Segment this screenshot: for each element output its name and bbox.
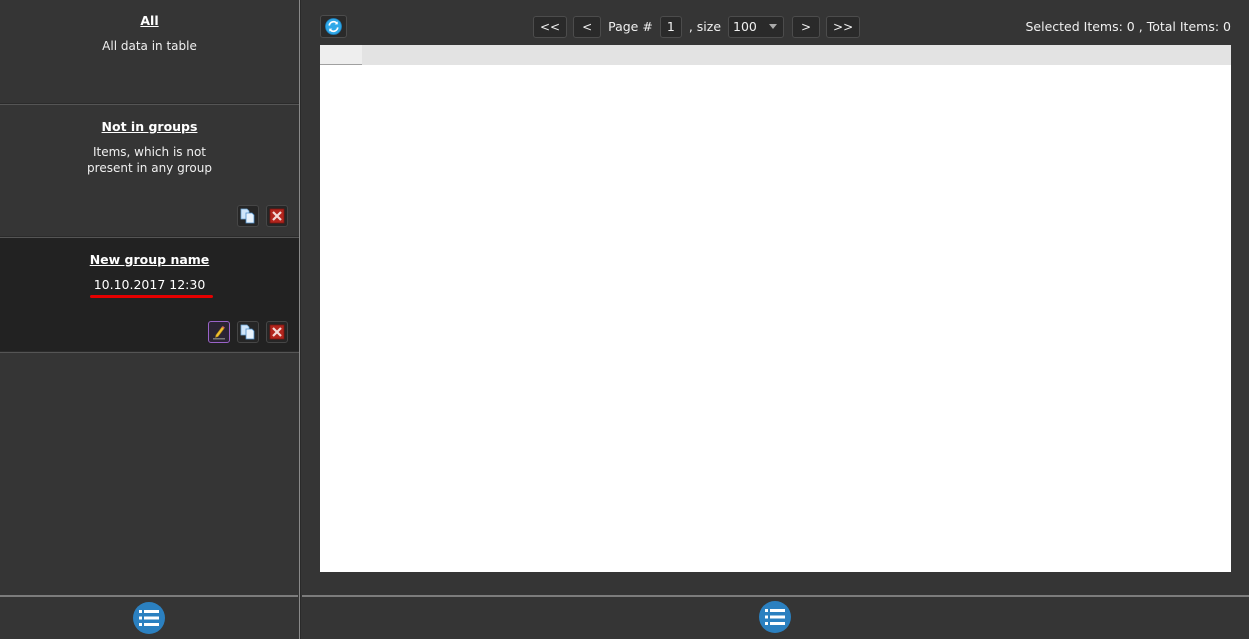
copy-icon (240, 324, 255, 340)
first-page-button[interactable]: << (533, 15, 568, 38)
delete-group-button[interactable] (266, 321, 288, 343)
list-icon (139, 610, 159, 626)
page-size-select[interactable]: 100 (728, 15, 785, 38)
copy-icon (240, 208, 255, 224)
group-date: 10.10.2017 12:30 (89, 277, 213, 298)
group-description-line: Items, which is not (92, 145, 207, 159)
app-root: All All data in table Not in groups Item… (0, 0, 1249, 639)
group-new-group-name[interactable]: New group name 10.10.2017 12:30 (0, 238, 299, 351)
prev-page-button[interactable]: < (573, 15, 602, 38)
edit-group-button[interactable] (208, 321, 230, 343)
sidebar-list-button[interactable] (133, 602, 165, 634)
group-all[interactable]: All All data in table (0, 0, 299, 103)
delete-group-button[interactable] (266, 205, 288, 227)
group-not-in-groups[interactable]: Not in groups Items, which is not presen… (0, 105, 299, 236)
group-title[interactable]: All (140, 13, 158, 28)
last-page-button[interactable]: >> (826, 15, 861, 38)
panel-splitter[interactable] (299, 0, 301, 639)
sidebar-footer-divider (0, 595, 298, 597)
group-title[interactable]: New group name (90, 252, 210, 267)
group-title[interactable]: Not in groups (102, 119, 198, 134)
group-description: Items, which is not present in any group (0, 144, 299, 176)
refresh-button[interactable] (320, 15, 347, 38)
pagination: << < Page # , size 100 > >> (533, 15, 861, 38)
chevron-down-icon (769, 24, 778, 29)
group-actions (237, 205, 288, 227)
refresh-icon (325, 18, 342, 35)
size-label: , size (688, 19, 722, 34)
page-number-input[interactable] (659, 15, 682, 38)
total-items-label: Total Items: (1146, 19, 1220, 34)
main-list-button[interactable] (759, 601, 791, 633)
edit-icon (213, 326, 225, 340)
list-icon (765, 609, 785, 625)
page-label: Page # (608, 19, 653, 34)
selected-items-count: 0 (1126, 19, 1135, 34)
divider (0, 351, 299, 353)
status-separator: , (1138, 19, 1143, 34)
page-size-value: 100 (733, 19, 757, 34)
next-page-button[interactable]: > (792, 15, 821, 38)
delete-icon (269, 324, 285, 340)
group-description: All data in table (102, 39, 197, 53)
main-footer-divider (302, 595, 1249, 597)
copy-group-button[interactable] (237, 321, 259, 343)
total-items-count: 0 (1223, 19, 1231, 34)
delete-icon (269, 208, 285, 224)
groups-sidebar: All All data in table Not in groups Item… (0, 0, 299, 639)
copy-group-button[interactable] (237, 205, 259, 227)
items-status: Selected Items: 0 , Total Items: 0 (1025, 19, 1231, 34)
group-description-line: present in any group (87, 161, 212, 175)
selected-items-label: Selected Items: (1025, 19, 1123, 34)
data-table (320, 45, 1231, 572)
column-header-selector[interactable] (320, 45, 362, 65)
group-actions (208, 321, 288, 343)
table-header (320, 45, 1231, 65)
